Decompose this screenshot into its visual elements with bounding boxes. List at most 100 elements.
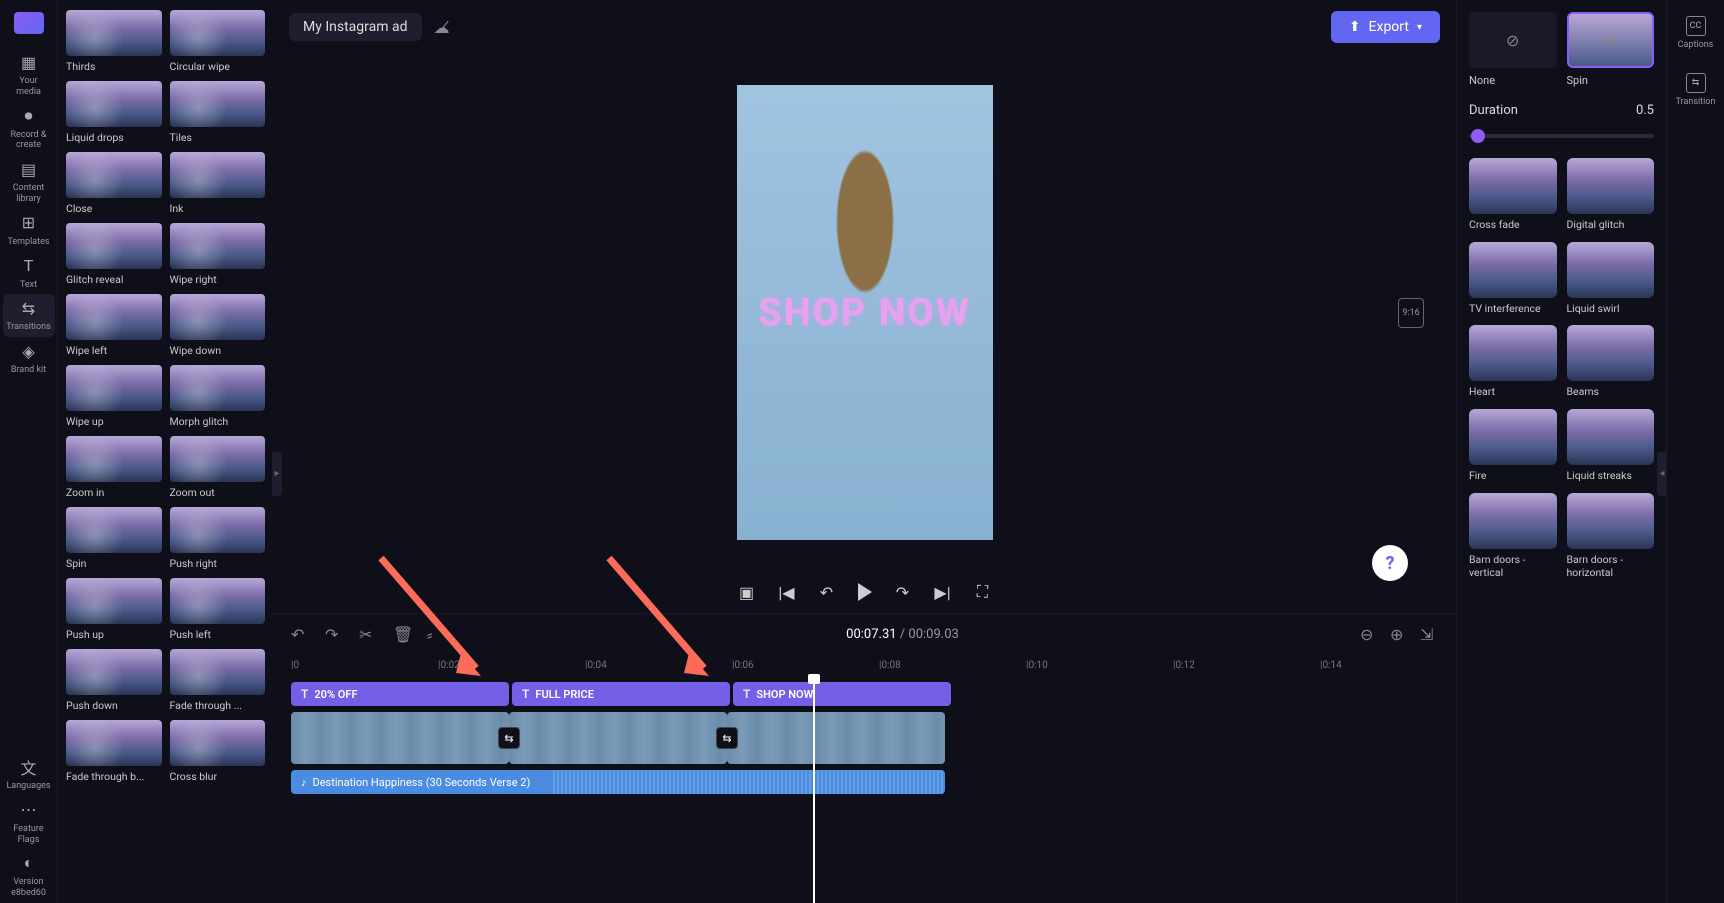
- timeline-tracks: T20% OFFTFULL PRICETSHOP NOW ⇆ ⇆ ♪Destina…: [273, 682, 1456, 903]
- play-button[interactable]: [858, 583, 872, 601]
- transition-liquid-swirl[interactable]: Liquid swirl: [1567, 242, 1655, 316]
- playhead[interactable]: [813, 682, 815, 903]
- nav-icon: ⇆: [1686, 73, 1706, 93]
- transition-morph-glitch[interactable]: Morph glitch: [170, 365, 266, 428]
- transition-thumb: [66, 507, 162, 553]
- option-thumb: ⊘: [1469, 12, 1557, 68]
- transition-barn-doors-horizontal[interactable]: Barn doors - horizontal: [1567, 493, 1655, 580]
- duration-slider[interactable]: [1469, 134, 1654, 138]
- nav-record-create[interactable]: ⏺Record & create: [3, 102, 55, 156]
- video-clip[interactable]: [291, 712, 509, 764]
- cloud-sync-icon[interactable]: ☁̸: [434, 18, 450, 37]
- transition-fade-through-b-[interactable]: Fade through b...: [66, 720, 162, 783]
- transition-push-left[interactable]: Push left: [170, 578, 266, 641]
- slider-thumb[interactable]: [1471, 129, 1485, 143]
- skip-forward-icon[interactable]: ▶|: [934, 583, 952, 601]
- transition-push-down[interactable]: Push down: [66, 649, 162, 712]
- forward-icon[interactable]: ↷: [894, 583, 912, 601]
- transition-thumb: [170, 365, 266, 411]
- nav-icon: ▤: [19, 159, 39, 179]
- help-button[interactable]: ?: [1372, 545, 1408, 581]
- nav-feature-flags[interactable]: ⋯Feature Flags: [3, 796, 55, 850]
- transition-close[interactable]: Close: [66, 152, 162, 215]
- zoom-out-icon[interactable]: ⊖: [1360, 625, 1378, 643]
- fullscreen-icon[interactable]: ⛶: [974, 583, 992, 601]
- transition-zoom-in[interactable]: Zoom in: [66, 436, 162, 499]
- transition-fade-through-[interactable]: Fade through ...: [170, 649, 266, 712]
- delete-icon[interactable]: 🗑: [393, 625, 411, 643]
- transition-heart[interactable]: Heart: [1469, 325, 1557, 399]
- cut-icon[interactable]: ✂: [359, 625, 377, 643]
- transition-wipe-down[interactable]: Wipe down: [170, 294, 266, 357]
- transition-option-spin[interactable]: ⟳Spin: [1567, 12, 1655, 87]
- nav-your-media[interactable]: ▦Your media: [3, 48, 55, 102]
- center-stage: ▸ My Instagram ad ☁̸ ⬆ Export ▾ SHOP NOW…: [273, 0, 1456, 903]
- transition-push-right[interactable]: Push right: [170, 507, 266, 570]
- video-preview[interactable]: SHOP NOW: [737, 85, 993, 540]
- text-icon: T: [522, 687, 529, 701]
- rewind-icon[interactable]: ↶: [818, 583, 836, 601]
- undo-icon[interactable]: ↶: [291, 625, 309, 643]
- transition-beams[interactable]: Beams: [1567, 325, 1655, 399]
- transition-marker[interactable]: ⇆: [716, 727, 738, 749]
- transition-barn-doors-vertical[interactable]: Barn doors - vertical: [1469, 493, 1557, 580]
- transition-push-up[interactable]: Push up: [66, 578, 162, 641]
- video-clip[interactable]: [727, 712, 945, 764]
- transition-ink[interactable]: Ink: [170, 152, 266, 215]
- text-clip[interactable]: TFULL PRICE: [512, 682, 730, 706]
- timeline-time: 00:07.31 / 00:09.03: [846, 627, 959, 642]
- zoom-fit-icon[interactable]: ⇲: [1420, 625, 1438, 643]
- nav-templates[interactable]: ⊞Templates: [3, 209, 55, 252]
- split-icon[interactable]: ⸗: [427, 625, 445, 643]
- collapse-right-icon[interactable]: ◂: [1657, 452, 1666, 496]
- nav-version-e-bed-[interactable]: ◐Version e8bed60: [3, 849, 55, 903]
- video-clip[interactable]: [509, 712, 727, 764]
- transition-marker[interactable]: ⇆: [498, 727, 520, 749]
- transition-liquid-streaks[interactable]: Liquid streaks: [1567, 409, 1655, 483]
- transition-circular-wipe[interactable]: Circular wipe: [170, 10, 266, 73]
- nav-languages[interactable]: 文Languages: [3, 753, 55, 796]
- transition-digital-glitch[interactable]: Digital glitch: [1567, 158, 1655, 232]
- nav-icon: ⊞: [19, 213, 39, 233]
- nav-transitions[interactable]: ⇆Transitions: [3, 294, 55, 337]
- transition-thumb: [170, 507, 266, 553]
- skip-back-icon[interactable]: |◀: [778, 583, 796, 601]
- export-button[interactable]: ⬆ Export ▾: [1331, 11, 1440, 43]
- nav-transition[interactable]: ⇆Transition: [1670, 69, 1722, 112]
- transition-wipe-left[interactable]: Wipe left: [66, 294, 162, 357]
- ruler-tick: |0:04: [585, 660, 607, 671]
- transition-spin[interactable]: Spin: [66, 507, 162, 570]
- aspect-ratio-badge[interactable]: 9:16: [1398, 298, 1424, 328]
- transition-cross-blur[interactable]: Cross blur: [170, 720, 266, 783]
- text-clip[interactable]: TSHOP NOW: [733, 682, 951, 706]
- transition-glitch-reveal[interactable]: Glitch reveal: [66, 223, 162, 286]
- transition-wipe-right[interactable]: Wipe right: [170, 223, 266, 286]
- transition-tv-interference[interactable]: TV interference: [1469, 242, 1557, 316]
- text-clip[interactable]: T20% OFF: [291, 682, 509, 706]
- transition-tiles[interactable]: Tiles: [170, 81, 266, 144]
- transition-fire[interactable]: Fire: [1469, 409, 1557, 483]
- timeline-ruler[interactable]: |0|0:02|0:04|0:06|0:08|0:10|0:12|0:14: [273, 654, 1456, 682]
- ruler-tick: |0: [291, 660, 299, 671]
- nav-icon: ▦: [19, 52, 39, 72]
- crop-icon[interactable]: ▣: [738, 583, 756, 601]
- duration-label: Duration: [1469, 103, 1518, 118]
- transition-thirds[interactable]: Thirds: [66, 10, 162, 73]
- transition-zoom-out[interactable]: Zoom out: [170, 436, 266, 499]
- transition-wipe-up[interactable]: Wipe up: [66, 365, 162, 428]
- app-logo[interactable]: [14, 12, 44, 34]
- nav-brand-kit[interactable]: ◈Brand kit: [3, 337, 55, 380]
- redo-icon[interactable]: ↷: [325, 625, 343, 643]
- audio-clip[interactable]: ♪Destination Happiness (30 Seconds Verse…: [291, 770, 945, 794]
- nav-text[interactable]: TText: [3, 252, 55, 295]
- project-title[interactable]: My Instagram ad: [289, 13, 422, 41]
- zoom-in-icon[interactable]: ⊕: [1390, 625, 1408, 643]
- transition-thumb: [1567, 325, 1655, 381]
- nav-content-library[interactable]: ▤Content library: [3, 155, 55, 209]
- transition-option-none[interactable]: ⊘None: [1469, 12, 1557, 87]
- nav-captions[interactable]: CCCaptions: [1670, 12, 1722, 55]
- transition-thumb: [170, 152, 266, 198]
- transition-cross-fade[interactable]: Cross fade: [1469, 158, 1557, 232]
- secondary-nav: CCCaptions ⇆Transition: [1666, 0, 1724, 903]
- transition-liquid-drops[interactable]: Liquid drops: [66, 81, 162, 144]
